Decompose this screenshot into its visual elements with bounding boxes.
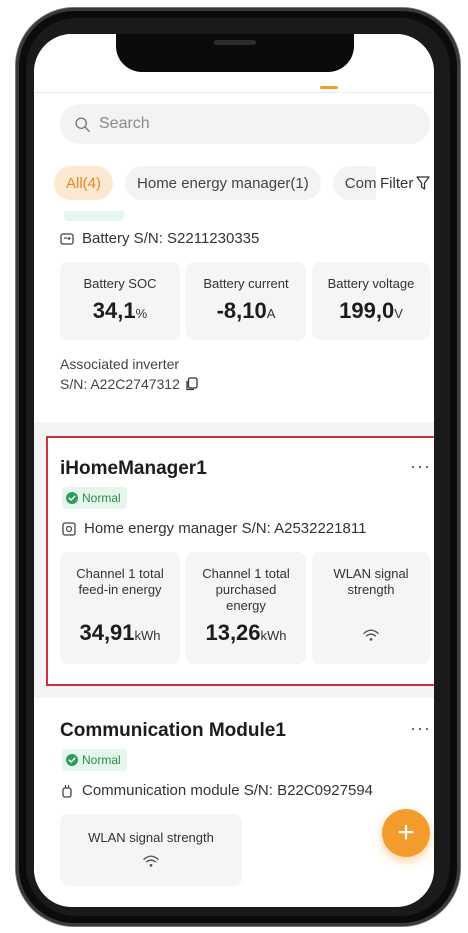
metric-label: Battery current bbox=[203, 276, 289, 291]
status-badge: Normal bbox=[62, 487, 127, 509]
associated-inverter-label: Associated inverter bbox=[60, 356, 180, 372]
communication-module-icon bbox=[62, 784, 72, 798]
metric-battery-current: Battery current -8,10A bbox=[186, 262, 306, 340]
search-input[interactable] bbox=[99, 115, 399, 133]
status-text: Normal bbox=[82, 753, 121, 767]
battery-icon bbox=[60, 232, 74, 245]
wifi-icon bbox=[143, 855, 159, 867]
metric-value: 34,91 bbox=[79, 620, 135, 645]
metric-unit: % bbox=[135, 306, 148, 321]
metric-label: energy bbox=[226, 598, 266, 613]
metric-label: WLAN signal bbox=[333, 566, 409, 581]
check-circle-icon bbox=[66, 492, 78, 504]
metric-channel1-feed-in: Channel 1 total feed-in energy 34,91kWh bbox=[60, 552, 180, 664]
metric-label: Battery voltage bbox=[327, 276, 415, 291]
metric-wlan-signal-strength: WLAN signal strength bbox=[60, 814, 242, 886]
filter-chips: All(4) Home energy manager(1) Com bbox=[54, 166, 382, 200]
chip-communication[interactable]: Com bbox=[332, 166, 382, 200]
metric-label: WLAN signal strength bbox=[88, 830, 214, 845]
filter-icon bbox=[416, 176, 430, 190]
energy-manager-icon bbox=[62, 521, 76, 536]
metric-value: -8,10 bbox=[216, 298, 267, 323]
card-title: iHomeManager1 bbox=[60, 458, 207, 479]
filter-label: Filter bbox=[380, 174, 414, 192]
communication-card[interactable]: Communication Module1 ··· Normal Communi… bbox=[34, 698, 434, 907]
plus-icon: + bbox=[397, 816, 415, 849]
metric-label: Channel 1 total bbox=[76, 566, 164, 581]
home-manager-card-body[interactable]: iHomeManager1 ··· Normal Home energy man… bbox=[46, 436, 434, 686]
copy-icon[interactable] bbox=[185, 377, 199, 391]
metric-value: 199,0 bbox=[339, 298, 395, 323]
more-options-icon[interactable]: ··· bbox=[410, 718, 431, 739]
inverter-serial-text: S/N: A22C2747312 bbox=[60, 376, 180, 392]
status-badge: Normal bbox=[62, 749, 127, 771]
metric-battery-soc: Battery SOC 34,1% bbox=[60, 262, 180, 340]
check-circle-icon bbox=[66, 754, 78, 766]
manager-serial-label: Home energy manager S/N: A2532221811 bbox=[84, 520, 367, 537]
chip-home-energy-manager[interactable]: Home energy manager(1) bbox=[125, 166, 321, 200]
manager-serial-row: Home energy manager S/N: A2532221811 bbox=[62, 520, 366, 537]
metric-value: 34,1 bbox=[92, 298, 136, 323]
battery-serial-label: Battery S/N: S2211230335 bbox=[82, 230, 260, 247]
search-bar[interactable] bbox=[60, 104, 430, 144]
phone-speaker bbox=[214, 40, 256, 45]
metric-label: Channel 1 total bbox=[202, 566, 290, 581]
metric-unit: kWh bbox=[134, 628, 161, 643]
battery-card[interactable]: Battery S/N: S2211230335 Battery SOC 34,… bbox=[34, 211, 434, 422]
metric-label: strength bbox=[347, 582, 395, 597]
metric-unit: A bbox=[266, 306, 276, 321]
metric-label: feed-in energy bbox=[78, 582, 162, 597]
metric-value: 13,26 bbox=[205, 620, 261, 645]
header-divider bbox=[34, 92, 434, 93]
metric-battery-voltage: Battery voltage 199,0V bbox=[312, 262, 430, 340]
card-title: Communication Module1 bbox=[60, 720, 286, 741]
search-icon bbox=[75, 116, 90, 132]
comm-serial-label: Communication module S/N: B22C0927594 bbox=[82, 782, 373, 799]
metric-channel1-purchased: Channel 1 total purchased energy 13,26kW… bbox=[186, 552, 306, 664]
associated-inverter-serial: S/N: A22C2747312 bbox=[60, 374, 199, 394]
wifi-icon bbox=[363, 629, 379, 641]
metric-unit: V bbox=[394, 306, 403, 321]
status-text: Normal bbox=[82, 491, 121, 505]
active-tab-indicator bbox=[320, 86, 338, 89]
add-device-button[interactable]: + bbox=[382, 809, 430, 857]
metric-unit: kWh bbox=[260, 628, 287, 643]
filter-button[interactable]: Filter bbox=[376, 166, 431, 200]
metric-wlan-signal: WLAN signal strength bbox=[312, 552, 430, 664]
battery-serial-row: Battery S/N: S2211230335 bbox=[60, 230, 259, 247]
metric-label: Battery SOC bbox=[83, 276, 157, 291]
chip-all[interactable]: All(4) bbox=[54, 166, 114, 200]
comm-serial-row: Communication module S/N: B22C0927594 bbox=[60, 782, 373, 799]
status-badge-cut bbox=[64, 211, 124, 221]
more-options-icon[interactable]: ··· bbox=[410, 456, 431, 477]
metric-label: purchased bbox=[215, 582, 277, 597]
app-screen: All(4) Home energy manager(1) Com Filter… bbox=[34, 34, 434, 907]
